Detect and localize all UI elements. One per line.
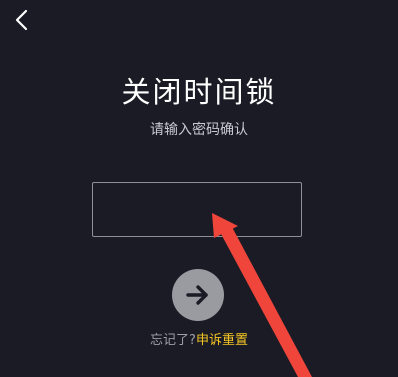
confirm-button[interactable] — [172, 269, 224, 321]
forgot-text: 忘记了? — [150, 333, 196, 348]
annotation-arrow-shaft — [220, 227, 312, 377]
chevron-left-icon — [15, 9, 28, 31]
page-title: 关闭时间锁 — [121, 75, 277, 109]
page-subtitle: 请输入密码确认 — [150, 122, 248, 138]
arrow-right-icon — [186, 285, 208, 305]
back-button[interactable] — [10, 8, 34, 32]
appeal-reset-link[interactable]: 申诉重置 — [196, 333, 248, 348]
footer-links: 忘记了?申诉重置 — [0, 333, 398, 349]
password-input[interactable] — [92, 182, 302, 237]
